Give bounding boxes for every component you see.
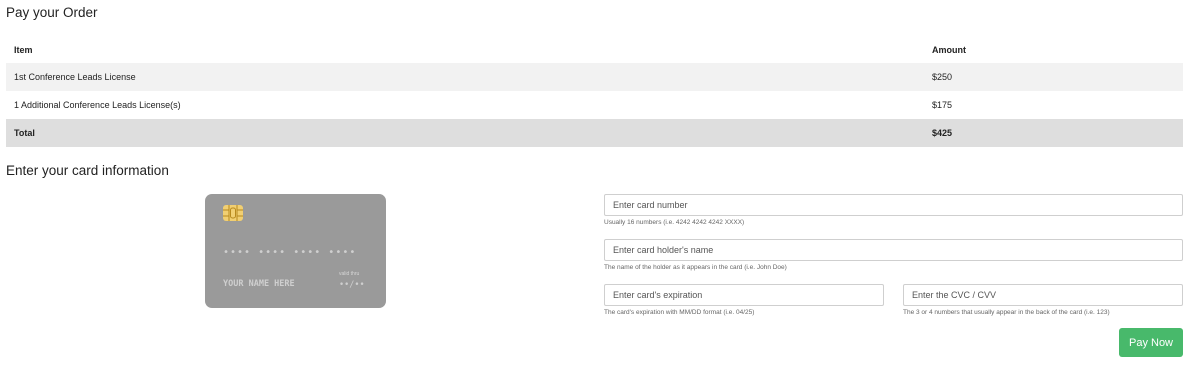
card-valid-label: valid thru: [339, 271, 360, 277]
pay-now-button[interactable]: Pay Now: [1119, 328, 1183, 357]
total-label: Total: [6, 119, 924, 147]
table-row: 1 Additional Conference Leads License(s)…: [6, 91, 1183, 119]
row-amount: $250: [924, 63, 1183, 91]
total-amount: $425: [924, 119, 1183, 147]
card-number-input[interactable]: [604, 194, 1183, 216]
table-header-row: Item Amount: [6, 36, 1183, 63]
card-expiry-preview: ••/••: [339, 280, 365, 290]
card-cvc-help: The 3 or 4 numbers that usually appear i…: [903, 309, 1110, 316]
card-expiration-input[interactable]: [604, 284, 884, 306]
card-number-help: Usually 16 numbers (i.e. 4242 4242 4242 …: [604, 219, 745, 226]
column-header-amount: Amount: [932, 44, 966, 55]
card-preview: •••• •••• •••• •••• YOUR NAME HERE valid…: [205, 194, 386, 308]
card-expiration-help: The card's expiration with MM/DD format …: [604, 309, 755, 316]
card-chip-icon: [223, 205, 243, 221]
row-item: 1 Additional Conference Leads License(s): [14, 100, 181, 110]
card-holder-help: The name of the holder as it appears in …: [604, 264, 787, 271]
card-name-preview: YOUR NAME HERE: [223, 279, 295, 289]
order-table: Item Amount 1st Conference Leads License…: [6, 36, 1183, 147]
card-cvc-input[interactable]: [903, 284, 1183, 306]
card-section-title: Enter your card information: [6, 163, 169, 178]
table-row: 1st Conference Leads License $250: [6, 63, 1183, 91]
row-item: 1st Conference Leads License: [6, 63, 924, 91]
card-number-preview: •••• •••• •••• ••••: [223, 247, 357, 258]
card-holder-input[interactable]: [604, 239, 1183, 261]
order-title: Pay your Order: [6, 5, 98, 20]
total-row: Total $425: [6, 119, 1183, 147]
column-header-item: Item: [14, 44, 33, 55]
row-amount: $175: [932, 100, 953, 110]
